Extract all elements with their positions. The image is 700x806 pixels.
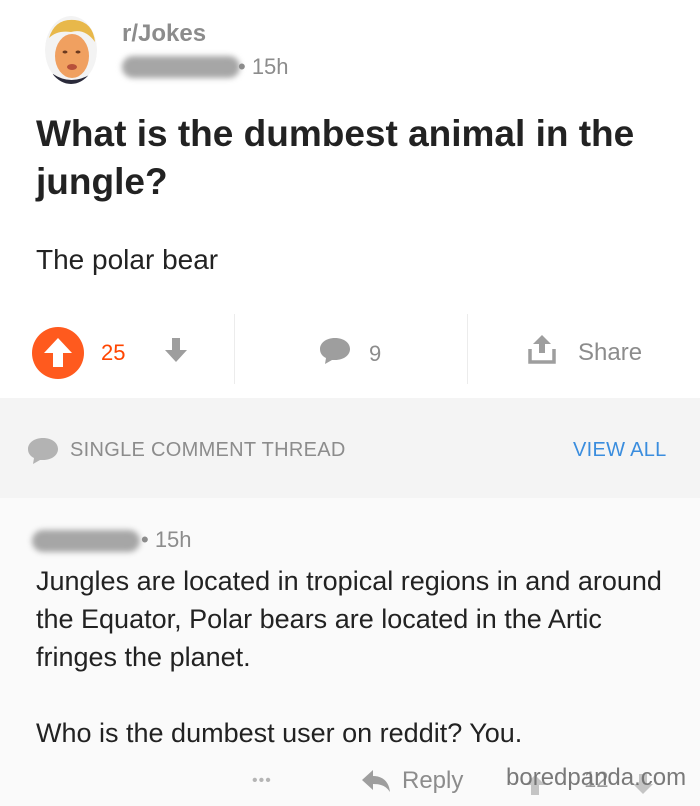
reply-arrow-icon xyxy=(362,770,390,792)
post-title[interactable]: What is the dumbest animal in the jungle… xyxy=(36,110,676,206)
single-comment-thread-bar: SINGLE COMMENT THREAD VIEW ALL xyxy=(0,398,700,498)
comment-body: Jungles are located in tropical regions … xyxy=(36,562,686,752)
post-action-bar: 25 9 Share xyxy=(0,314,700,384)
comment-action-bar: ••• Reply 12 boredpanda.com xyxy=(0,748,700,806)
post-card: r/Jokes • 15h What is the dumbest animal… xyxy=(0,0,700,398)
comment-count: 9 xyxy=(369,341,382,366)
downvote-arrow-icon xyxy=(165,338,187,362)
avatar-face-icon xyxy=(45,16,97,84)
subreddit-avatar[interactable] xyxy=(45,16,97,84)
comment-paragraph: Who is the dumbest user on reddit? You. xyxy=(36,718,523,748)
action-divider xyxy=(234,314,235,384)
subreddit-name[interactable]: r/Jokes xyxy=(122,20,206,48)
view-all-link[interactable]: VIEW ALL xyxy=(573,439,667,462)
action-divider xyxy=(467,314,468,384)
more-options-button[interactable]: ••• xyxy=(252,772,272,790)
comment-paragraph: Jungles are located in tropical regions … xyxy=(36,566,662,672)
post-timestamp: • 15h xyxy=(238,54,289,79)
redacted-commenter-username xyxy=(32,530,140,552)
redacted-username xyxy=(122,56,240,78)
watermark: boredpanda.com xyxy=(506,764,687,791)
upvote-arrow-icon xyxy=(44,338,72,367)
share-label[interactable]: Share xyxy=(578,339,642,367)
comment-timestamp: • 15h xyxy=(141,527,192,552)
post-body: The polar bear xyxy=(36,244,219,275)
share-upload-icon xyxy=(528,335,556,364)
comment: • 15h Jungles are located in tropical re… xyxy=(0,498,700,806)
downvote-button[interactable] xyxy=(163,336,189,364)
post-score: 25 xyxy=(101,340,126,365)
comment-bubble-icon xyxy=(320,338,350,364)
share-button[interactable] xyxy=(527,333,557,365)
upvote-button[interactable] xyxy=(32,327,84,379)
comments-button[interactable] xyxy=(318,336,352,366)
comment-bubble-icon xyxy=(28,438,58,464)
reply-label[interactable]: Reply xyxy=(402,767,463,795)
thread-label: SINGLE COMMENT THREAD xyxy=(70,439,346,461)
